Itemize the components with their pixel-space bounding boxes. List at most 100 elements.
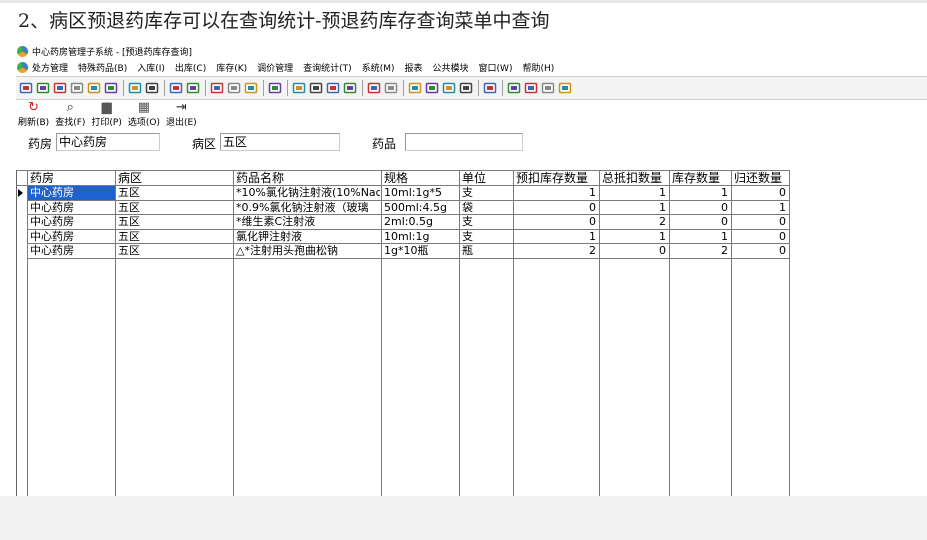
table-cell[interactable]: 500ml:4.5g [384, 201, 458, 215]
table-cell[interactable]: 0 [732, 186, 789, 200]
table-cell[interactable]: 中心药房 [30, 230, 114, 244]
toolbar-icon-19[interactable] [366, 80, 382, 96]
action-button[interactable]: ▦ 选项(O) [128, 101, 160, 129]
table-cell[interactable]: 1 [600, 186, 669, 200]
toolbar-icon-4[interactable] [69, 80, 85, 96]
toolbar-icon-13[interactable] [243, 80, 259, 96]
toolbar-icon-23[interactable] [441, 80, 457, 96]
table-cell[interactable]: 1 [670, 230, 731, 244]
table-cell[interactable]: 支 [462, 230, 512, 244]
table-cell[interactable]: 1 [514, 186, 599, 200]
toolbar-icon-27[interactable] [523, 80, 539, 96]
table-cell[interactable]: 0 [732, 215, 789, 229]
menu-item[interactable]: 调价管理 [257, 61, 293, 74]
toolbar-icon-8[interactable] [144, 80, 160, 96]
menu-item[interactable]: 报表 [405, 61, 423, 74]
table-cell[interactable]: 五区 [118, 215, 232, 229]
toolbar-icon-9[interactable] [168, 80, 184, 96]
column-header[interactable]: 单位 [462, 171, 512, 185]
table-cell[interactable]: 袋 [462, 201, 512, 215]
toolbar-icon-14[interactable] [267, 80, 283, 96]
table-cell[interactable]: 中心药房 [30, 215, 114, 229]
action-button[interactable]: ⇥ 退出(E) [166, 101, 197, 129]
table-cell[interactable]: *维生素C注射液 [236, 215, 380, 229]
table-cell[interactable]: 0 [514, 201, 599, 215]
table-cell[interactable]: △*注射用头孢曲松钠 [236, 244, 380, 258]
action-button[interactable]: ↻ 刷新(B) [18, 101, 49, 129]
column-header[interactable]: 药房 [30, 171, 114, 185]
toolbar-icon-17[interactable] [325, 80, 341, 96]
toolbar-icon-11[interactable] [209, 80, 225, 96]
table-cell[interactable]: 1 [732, 201, 789, 215]
ward-input[interactable]: 五区 [220, 133, 340, 151]
table-cell[interactable]: 2 [670, 244, 731, 258]
drug-input[interactable] [405, 133, 523, 151]
menu-item[interactable]: 公共模块 [433, 61, 469, 74]
menu-item[interactable]: 查询统计(T) [303, 61, 352, 74]
menu-item[interactable]: 窗口(W) [479, 61, 513, 74]
table-cell[interactable]: 0 [732, 230, 789, 244]
toolbar-icon-25[interactable] [482, 80, 498, 96]
menu-item[interactable]: 系统(M) [362, 61, 395, 74]
toolbar-icon-2[interactable] [35, 80, 51, 96]
menu-item[interactable]: 处方管理 [32, 61, 68, 74]
table-cell[interactable]: 0 [670, 215, 731, 229]
table-cell[interactable]: 1 [514, 230, 599, 244]
toolbar-icon-26[interactable] [506, 80, 522, 96]
table-cell[interactable]: 0 [514, 215, 599, 229]
column-header[interactable]: 规格 [384, 171, 458, 185]
pharmacy-input[interactable]: 中心药房 [56, 133, 160, 151]
menu-item[interactable]: 库存(K) [216, 61, 247, 74]
toolbar-icon-22[interactable] [424, 80, 440, 96]
table-cell[interactable]: 1 [600, 201, 669, 215]
column-header[interactable]: 病区 [118, 171, 232, 185]
toolbar-icon-16[interactable] [308, 80, 324, 96]
menu-item[interactable]: 帮助(H) [522, 61, 554, 74]
toolbar-icon-10[interactable] [185, 80, 201, 96]
table-cell[interactable]: 瓶 [462, 244, 512, 258]
toolbar-icon-3[interactable] [52, 80, 68, 96]
column-header[interactable]: 库存数量 [672, 171, 730, 185]
menu-item[interactable]: 入库(I) [137, 61, 165, 74]
toolbar-icon-29[interactable] [557, 80, 573, 96]
table-cell[interactable]: 支 [462, 186, 512, 200]
table-cell[interactable]: 中心药房 [30, 244, 114, 258]
toolbar-icon-28[interactable] [540, 80, 556, 96]
table-cell[interactable]: 1 [670, 186, 731, 200]
toolbar-icon-12[interactable] [226, 80, 242, 96]
table-cell[interactable]: 五区 [118, 244, 232, 258]
toolbar-icon-15[interactable] [291, 80, 307, 96]
table-cell[interactable]: 0 [732, 244, 789, 258]
table-cell[interactable]: 五区 [118, 201, 232, 215]
column-header[interactable]: 总抵扣数量 [602, 171, 668, 185]
column-header[interactable]: 药品名称 [236, 171, 380, 185]
table-cell[interactable]: 中心药房 [30, 201, 114, 215]
action-button[interactable]: ▆ 打印(P) [91, 101, 121, 129]
table-cell[interactable]: 0 [670, 201, 731, 215]
table-cell[interactable]: 2 [514, 244, 599, 258]
table-cell[interactable]: 10ml:1g [384, 230, 458, 244]
toolbar-icon-6[interactable] [103, 80, 119, 96]
toolbar-icon-24[interactable] [458, 80, 474, 96]
toolbar-icon-5[interactable] [86, 80, 102, 96]
toolbar-icon-21[interactable] [407, 80, 423, 96]
table-cell[interactable]: 1g*10瓶 [384, 244, 458, 258]
table-cell[interactable]: 2ml:0.5g [384, 215, 458, 229]
table-cell[interactable]: 0 [600, 244, 669, 258]
toolbar-icon-1[interactable] [18, 80, 34, 96]
table-cell[interactable]: 氯化钾注射液 [236, 230, 380, 244]
toolbar-icon-18[interactable] [342, 80, 358, 96]
table-cell[interactable]: 五区 [118, 230, 232, 244]
table-cell[interactable]: *10%氯化钠注射液(10%Nac [236, 186, 380, 200]
table-cell[interactable]: 1 [600, 230, 669, 244]
table-cell[interactable]: *0.9%氯化钠注射液（玻璃 [236, 201, 380, 215]
action-button[interactable]: ⌕ 查找(F) [55, 101, 85, 129]
table-cell[interactable]: 五区 [118, 186, 232, 200]
table-cell[interactable]: 支 [462, 215, 512, 229]
menu-item[interactable]: 特殊药品(B) [78, 61, 127, 74]
column-header[interactable]: 归还数量 [734, 171, 788, 185]
table-cell[interactable]: 中心药房 [28, 186, 115, 200]
toolbar-icon-20[interactable] [383, 80, 399, 96]
column-header[interactable]: 预扣库存数量 [516, 171, 598, 185]
toolbar-icon-7[interactable] [127, 80, 143, 96]
